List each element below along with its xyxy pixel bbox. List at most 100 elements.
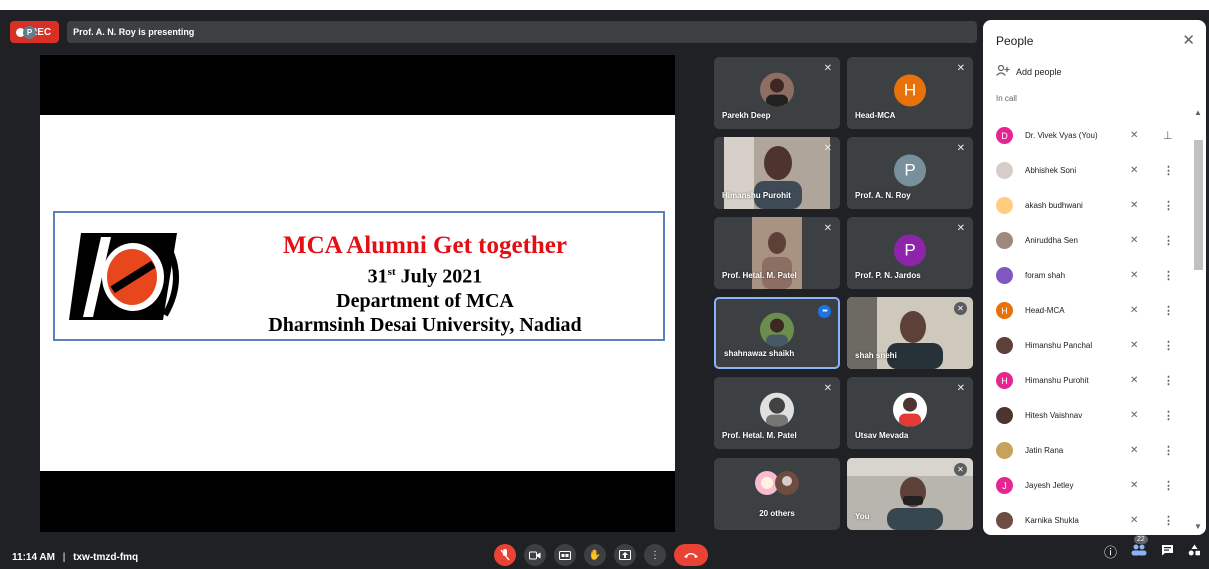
add-people-label: Add people [1016,67,1062,77]
mic-off-icon: ✕ [956,383,965,394]
more-vert-icon[interactable]: ⋮ [1163,164,1174,177]
scroll-thumb[interactable] [1194,140,1203,270]
participant-photo [760,72,794,107]
participant-name: Hitesh Vaishnav [1025,411,1083,420]
participant-avatar [996,337,1013,354]
chat-icon [1162,545,1173,556]
video-tile-active-speaker[interactable]: ••• shahnawaz shaikh [714,297,840,369]
participant-name: Jatin Rana [1025,446,1064,455]
participant-row[interactable]: J Jayesh Jetley ✕ ⋮ [983,468,1193,503]
raise-hand-button[interactable]: ✋ [584,544,606,566]
participant-row[interactable]: Hitesh Vaishnav ✕ ⋮ [983,398,1193,433]
leave-call-button[interactable] [674,544,708,566]
video-tile[interactable]: ✕ Utsav Mevada [847,377,973,449]
video-tile[interactable]: ✕ Himanshu Purohit [714,137,840,209]
mic-off-icon: ✕ [1130,165,1139,176]
participant-avatar [996,442,1013,459]
more-vert-icon[interactable]: ⋮ [1163,339,1174,352]
video-tile[interactable]: ✕ shah snehi [847,297,973,369]
clock-time: 11:14 AM [12,552,55,563]
participant-list: D Dr. Vivek Vyas (You) ✕ ⊥ Abhishek Soni… [983,118,1193,535]
video-tile[interactable]: ✕ Prof. Hetal. M. Patel [714,377,840,449]
participant-avatar [996,267,1013,284]
pin-icon[interactable]: ⊥ [1163,129,1173,142]
add-people-button[interactable]: Add people [996,64,1062,79]
chat-button[interactable] [1161,544,1174,559]
in-call-header: In call [996,94,1017,103]
participant-row[interactable]: Karnika Shukla ✕ ⋮ [983,503,1193,535]
video-tile[interactable]: P ✕ Prof. A. N. Roy [847,137,973,209]
participant-avatar [996,407,1013,424]
right-controls: ⓘ 22 [1104,535,1201,561]
participant-name: Head-MCA [1025,306,1065,315]
more-vert-icon[interactable]: ⋮ [1163,514,1174,527]
participant-photo [760,312,794,347]
participant-row[interactable]: Aniruddha Sen ✕ ⋮ [983,223,1193,258]
video-tile[interactable]: ✕ Parekh Deep [714,57,840,129]
participant-row[interactable]: H Head-MCA ✕ ⋮ [983,293,1193,328]
participant-row[interactable]: D Dr. Vivek Vyas (You) ✕ ⊥ [983,118,1193,153]
more-vert-icon[interactable]: ⋮ [1163,374,1174,387]
panel-title: People [996,34,1034,48]
presenting-banner: P Prof. A. N. Roy is presenting [23,21,978,43]
mic-off-icon: ✕ [1130,200,1139,211]
tile-name: Head-MCA [855,111,896,120]
meeting-code: txw-tmzd-fmq [73,552,139,563]
add-person-icon [996,64,1010,79]
presentation-stage[interactable]: MCA Alumni Get together 31st July 2021 D… [40,55,675,532]
mic-off-icon: ✕ [1130,480,1139,491]
more-vert-icon[interactable]: ⋮ [1163,479,1174,492]
slide-university: Dharmsinh Desai University, Nadiad [268,313,582,336]
participant-row[interactable]: foram shah ✕ ⋮ [983,258,1193,293]
participant-name: foram shah [1025,271,1066,280]
present-button[interactable] [614,544,636,566]
mic-off-icon: ✕ [1130,305,1139,316]
close-panel-button[interactable]: ✕ [1182,31,1195,49]
tile-name: Parekh Deep [722,111,771,120]
participant-row[interactable]: H Himanshu Purohit ✕ ⋮ [983,363,1193,398]
tile-name: Prof. A. N. Roy [855,191,911,200]
video-tile-self[interactable]: ✕ You [847,458,973,530]
panel-scrollbar[interactable]: ▲ ▼ [1192,108,1204,532]
slide-date-rest: July 2021 [400,265,483,288]
captions-button[interactable] [554,544,576,566]
participant-name: akash budhwani [1025,201,1083,210]
video-tile-others[interactable]: 20 others [714,458,840,530]
video-tile[interactable]: H ✕ Head-MCA [847,57,973,129]
scroll-down-icon[interactable]: ▼ [1192,522,1204,532]
camera-button[interactable] [524,544,546,566]
info-icon[interactable]: ⓘ [1104,542,1117,561]
participant-row[interactable]: Himanshu Panchal ✕ ⋮ [983,328,1193,363]
video-tile[interactable]: P ✕ Prof. P. N. Jardos [847,217,973,289]
more-options-button[interactable]: ⋮ [644,544,666,566]
mic-off-icon: ✕ [954,302,967,315]
more-vert-icon[interactable]: ⋮ [1163,304,1174,317]
mic-off-icon [500,549,510,561]
participant-avatar: P [894,234,926,267]
mic-off-icon: ✕ [1130,375,1139,386]
participant-name: Himanshu Purohit [1025,376,1089,385]
video-tile[interactable]: ✕ Prof. Hetal. M. Patel [714,217,840,289]
participant-avatar [996,232,1013,249]
people-button[interactable]: 22 [1131,535,1148,559]
mic-off-button[interactable] [494,544,516,566]
participant-row[interactable]: Abhishek Soni ✕ ⋮ [983,153,1193,188]
participant-row[interactable]: Jatin Rana ✕ ⋮ [983,433,1193,468]
more-vert-icon: ⋮ [650,549,660,561]
more-vert-icon[interactable]: ⋮ [1163,199,1174,212]
slide-title-box: MCA Alumni Get together 31st July 2021 D… [53,211,665,341]
captions-icon [559,550,571,560]
more-vert-icon[interactable]: ⋮ [1163,409,1174,422]
scroll-up-icon[interactable]: ▲ [1192,108,1204,118]
more-vert-icon[interactable]: ⋮ [1163,444,1174,457]
participant-row[interactable]: akash budhwani ✕ ⋮ [983,188,1193,223]
mic-off-icon: ✕ [1130,445,1139,456]
participant-name: Aniruddha Sen [1025,236,1078,245]
more-vert-icon[interactable]: ⋮ [1163,269,1174,282]
slide-text: MCA Alumni Get together 31st July 2021 D… [195,231,655,337]
more-vert-icon[interactable]: ⋮ [1163,234,1174,247]
activities-button[interactable] [1188,544,1201,559]
slide-date-suffix: st [387,266,396,278]
present-icon [619,550,631,560]
slide-date: 31st July 2021 [195,260,655,289]
